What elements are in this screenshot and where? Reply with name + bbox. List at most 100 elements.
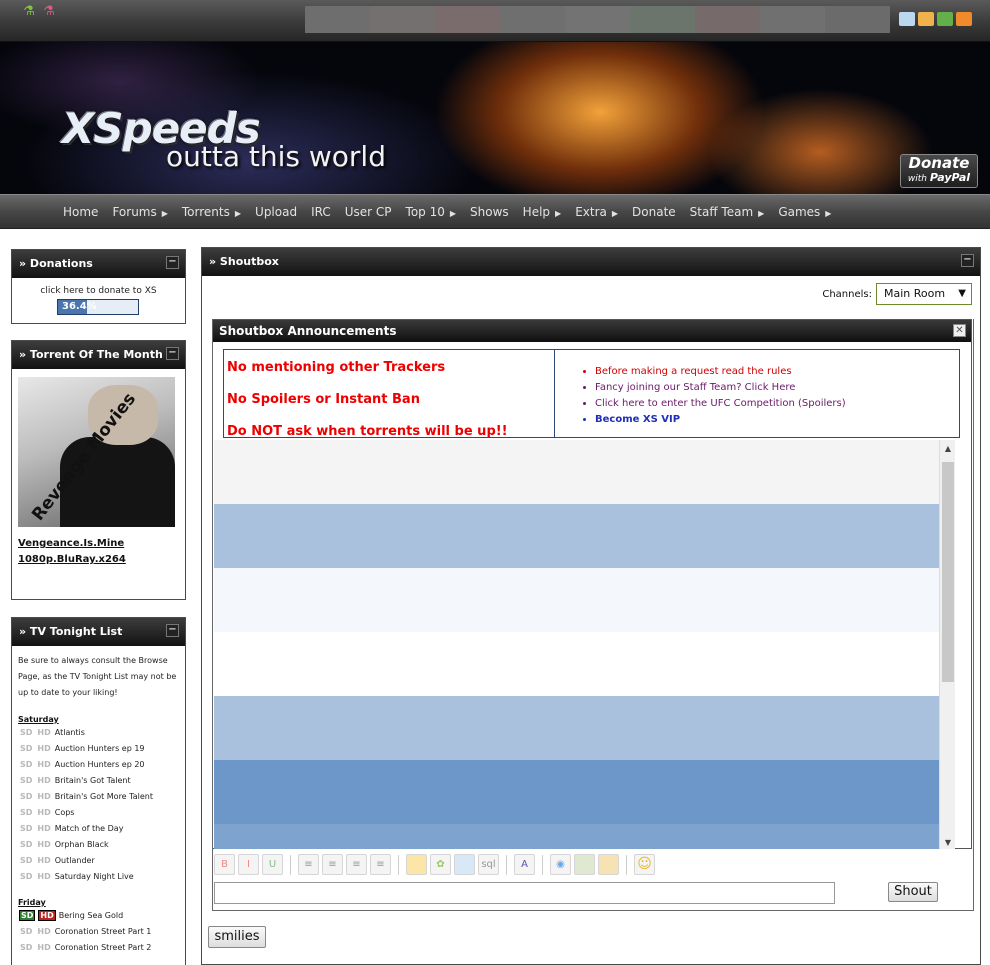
justify-icon[interactable]: ≡ — [370, 854, 391, 875]
code-icon[interactable] — [454, 854, 475, 875]
sd-badge[interactable]: SD — [19, 909, 36, 921]
nav-item-irc[interactable]: IRC — [304, 205, 338, 219]
tv-show-row[interactable]: SD HD Match of the Day — [12, 820, 185, 836]
tv-show-row[interactable]: SD HD Orphan Black — [12, 836, 185, 852]
nav-item-help[interactable]: Help ▶ — [516, 205, 569, 219]
sd-badge[interactable]: SD — [19, 943, 33, 952]
announcement-link[interactable]: Before making a request read the rules — [595, 364, 846, 380]
sql-icon[interactable]: sql — [478, 854, 499, 875]
rule-text: No mentioning other Trackers — [227, 360, 446, 375]
announcement-link[interactable]: Become XS VIP — [595, 412, 846, 428]
tv-show-row[interactable]: SD HD Britain's Got More Talent — [12, 788, 185, 804]
scroll-up-icon[interactable]: ▲ — [940, 444, 955, 453]
collapse-button[interactable]: − — [961, 254, 974, 267]
scroll-thumb[interactable] — [942, 462, 954, 682]
nav-item-extra[interactable]: Extra ▶ — [568, 205, 625, 219]
nav-item-upload[interactable]: Upload — [248, 205, 304, 219]
flask-icon[interactable]: ⚗ — [22, 4, 36, 20]
hd-badge[interactable]: HD — [36, 792, 51, 801]
nav-item-donate[interactable]: Donate — [625, 205, 683, 219]
hd-badge[interactable]: HD — [36, 927, 51, 936]
flask-pink-icon[interactable]: ⚗ — [42, 4, 56, 20]
bold-icon[interactable]: B — [214, 854, 235, 875]
hd-badge[interactable]: HD — [36, 728, 51, 737]
tv-show-row[interactable]: SD HD Britain's Got Talent — [12, 772, 185, 788]
nav-item-torrents[interactable]: Torrents ▶ — [175, 205, 248, 219]
sd-badge[interactable]: SD — [19, 872, 33, 881]
tv-show-row[interactable]: SD HD Auction Hunters ep 19 — [12, 740, 185, 756]
message-scrollbar[interactable]: ▲ ▼ — [939, 440, 955, 849]
sd-badge[interactable]: SD — [19, 744, 33, 753]
underline-icon[interactable]: U — [262, 854, 283, 875]
sd-badge[interactable]: SD — [19, 808, 33, 817]
hd-badge[interactable]: HD — [36, 808, 51, 817]
font-color-icon[interactable]: A — [514, 854, 535, 875]
image-icon[interactable] — [574, 854, 595, 875]
close-icon[interactable]: ✕ — [953, 324, 966, 337]
tv-show-row[interactable]: SD HD Coronation Street Part 1 — [12, 923, 185, 939]
tv-show-row[interactable]: SD HD Saturday Night Live — [12, 868, 185, 884]
torrent-link[interactable]: Vengeance.Is.Mine 1080p.BluRay.x264 — [18, 536, 126, 568]
sd-badge[interactable]: SD — [19, 776, 33, 785]
friends-icon[interactable] — [937, 12, 953, 26]
collapse-button[interactable]: − — [166, 347, 179, 360]
align-right-icon[interactable]: ≡ — [346, 854, 367, 875]
tv-show-row[interactable]: SD HD Coronation Street Part 2 — [12, 939, 185, 955]
nav-item-shows[interactable]: Shows — [463, 205, 516, 219]
nav-item-user-cp[interactable]: User CP — [338, 205, 399, 219]
quote-icon[interactable] — [406, 854, 427, 875]
site-banner: XSpeeds outta this world Donate with Pay… — [0, 42, 990, 194]
nav-item-games[interactable]: Games ▶ — [771, 205, 838, 219]
nav-item-home[interactable]: Home — [56, 205, 105, 219]
sd-badge[interactable]: SD — [19, 840, 33, 849]
tv-show-row[interactable]: SD HD Auction Hunters ep 20 — [12, 756, 185, 772]
align-left-icon[interactable]: ≡ — [298, 854, 319, 875]
sd-badge[interactable]: SD — [19, 927, 33, 936]
url-icon[interactable]: ◉ — [550, 854, 571, 875]
hd-badge[interactable]: HD — [36, 824, 51, 833]
channel-select[interactable]: Main Room ▼ — [876, 283, 972, 305]
announcement-link[interactable]: Click here to enter the UFC Competition … — [595, 396, 846, 412]
announcement-link[interactable]: Fancy joining our Staff Team? Click Here — [595, 380, 846, 396]
tv-intro-text: Be sure to always consult the Browse Pag… — [18, 656, 177, 697]
smilies-button[interactable]: smilies — [208, 926, 266, 948]
rules-list: No mentioning other Trackers No Spoilers … — [224, 350, 555, 439]
shout-button[interactable]: Shout — [888, 882, 938, 902]
email-icon[interactable] — [598, 854, 619, 875]
sd-badge[interactable]: SD — [19, 856, 33, 865]
italic-icon[interactable]: I — [238, 854, 259, 875]
sd-badge[interactable]: SD — [19, 760, 33, 769]
hd-badge[interactable]: HD — [36, 776, 51, 785]
sd-badge[interactable]: SD — [19, 792, 33, 801]
tv-show-row[interactable]: SD HD Cops — [12, 804, 185, 820]
collapse-button[interactable]: − — [166, 624, 179, 637]
hd-badge[interactable]: HD — [36, 840, 51, 849]
collapse-button[interactable]: − — [166, 256, 179, 269]
nav-item-staff-team[interactable]: Staff Team ▶ — [683, 205, 772, 219]
mail-icon[interactable] — [899, 12, 915, 26]
hd-badge[interactable]: HD — [36, 744, 51, 753]
sd-badge[interactable]: SD — [19, 728, 33, 737]
hd-badge[interactable]: HD — [38, 909, 56, 921]
smiley-icon[interactable]: ☺ — [634, 854, 655, 875]
spoiler-icon[interactable]: ✿ — [430, 854, 451, 875]
users-icon[interactable] — [918, 12, 934, 26]
align-center-icon[interactable]: ≡ — [322, 854, 343, 875]
rss-icon[interactable] — [956, 12, 972, 26]
scroll-down-icon[interactable]: ▼ — [940, 838, 955, 847]
shout-input[interactable] — [214, 882, 835, 904]
nav-item-top-10[interactable]: Top 10 ▶ — [399, 205, 464, 219]
hd-badge[interactable]: HD — [36, 856, 51, 865]
hd-badge[interactable]: HD — [36, 760, 51, 769]
movie-poster-image[interactable]: Revenge Movies — [18, 377, 175, 527]
tv-show-name: Match of the Day — [54, 823, 124, 833]
nav-item-forums[interactable]: Forums ▶ — [105, 205, 174, 219]
hd-badge[interactable]: HD — [36, 943, 51, 952]
tv-show-row[interactable]: SD HD Bering Sea Gold — [12, 907, 185, 923]
tv-show-row[interactable]: SD HD Outlander — [12, 852, 185, 868]
tv-show-row[interactable]: SD HD Atlantis — [12, 724, 185, 740]
sd-badge[interactable]: SD — [19, 824, 33, 833]
paypal-donate-button[interactable]: Donate with PayPal — [900, 154, 978, 188]
hd-badge[interactable]: HD — [36, 872, 51, 881]
donate-link[interactable]: click here to donate to XS — [12, 286, 185, 296]
